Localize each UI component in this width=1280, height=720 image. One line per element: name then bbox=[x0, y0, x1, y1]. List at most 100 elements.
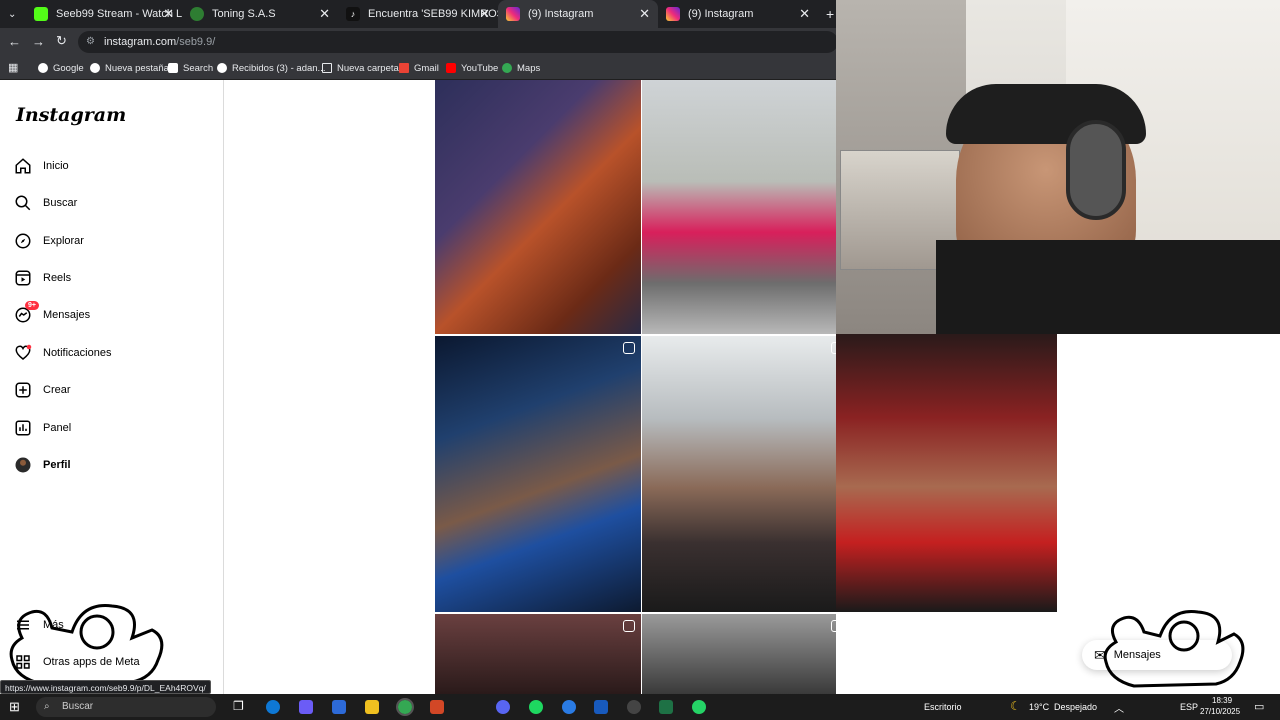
google-icon bbox=[90, 63, 100, 73]
task-view-icon[interactable]: ❐ bbox=[233, 699, 244, 713]
excel-icon[interactable] bbox=[659, 700, 673, 714]
reels-icon bbox=[15, 270, 31, 286]
bookmark-youtube[interactable]: YouTube bbox=[446, 60, 498, 76]
tab-kick[interactable]: Seeb99 Stream - Watch Live on ✕ bbox=[26, 0, 182, 28]
maps-icon bbox=[502, 63, 512, 73]
profile-posts-grid bbox=[224, 80, 1058, 694]
google-icon bbox=[38, 63, 48, 73]
bookmark-new-tab[interactable]: Nueva pestaña bbox=[90, 60, 169, 76]
tab-tiktok[interactable]: ♪ Encuentra 'SEB99 KIMROSS' en ✕ bbox=[338, 0, 498, 28]
nav-reels[interactable]: Reels bbox=[14, 265, 71, 291]
weather-text[interactable]: Despejado bbox=[1054, 702, 1097, 712]
moon-icon: ☾ bbox=[1010, 699, 1021, 713]
headset bbox=[1066, 120, 1126, 220]
url-input[interactable]: ⚙ instagram.com/seb9.9/ bbox=[78, 31, 838, 53]
nav-panel[interactable]: Panel bbox=[14, 415, 71, 441]
post-thumbnail[interactable] bbox=[435, 80, 641, 334]
nav-crear[interactable]: Crear bbox=[14, 377, 71, 403]
post-thumbnail[interactable] bbox=[435, 614, 641, 694]
tab-search-icon[interactable]: ⌄ bbox=[0, 0, 26, 28]
close-icon[interactable]: ✕ bbox=[319, 6, 330, 22]
whatsapp-icon[interactable] bbox=[692, 700, 706, 714]
new-tab-button[interactable]: + bbox=[818, 0, 836, 28]
clock-time[interactable]: 18:39 bbox=[1212, 696, 1232, 705]
nav-mensajes[interactable]: Mensajes 9+ bbox=[14, 301, 90, 328]
close-icon[interactable]: ✕ bbox=[163, 6, 174, 22]
nav-explorar[interactable]: Explorar bbox=[14, 228, 84, 254]
bookmark-gmail[interactable]: Gmail bbox=[399, 60, 439, 76]
plus-square-icon bbox=[15, 382, 31, 398]
tab-instagram[interactable]: (9) Instagram ✕ bbox=[658, 0, 818, 28]
windows-taskbar: ⊞ ⌕ Buscar ❐ Escritorio ☾ 19°C Despejado… bbox=[0, 694, 1280, 720]
streamer-shirt bbox=[936, 240, 1280, 334]
powerpoint-icon[interactable] bbox=[430, 700, 444, 714]
nav-inicio[interactable]: Inicio bbox=[14, 153, 69, 179]
tab-instagram-active[interactable]: (9) Instagram ✕ bbox=[498, 0, 658, 28]
site-info-icon[interactable]: ⚙ bbox=[86, 31, 95, 53]
post-thumbnail[interactable] bbox=[642, 614, 849, 694]
toning-icon bbox=[190, 7, 204, 21]
nav-buscar[interactable]: Buscar bbox=[14, 190, 77, 216]
avatar bbox=[15, 457, 31, 473]
compass-icon bbox=[15, 233, 31, 249]
post-thumbnail[interactable] bbox=[836, 334, 1057, 612]
taskbar-search-input[interactable]: ⌕ Buscar bbox=[36, 697, 216, 717]
discord-icon[interactable] bbox=[496, 700, 510, 714]
chevron-up-icon[interactable]: ︿ bbox=[1114, 700, 1124, 715]
chrome-icon[interactable] bbox=[396, 698, 414, 716]
bookmark-google[interactable]: Google bbox=[38, 60, 84, 76]
copilot-icon[interactable] bbox=[299, 700, 313, 714]
messages-badge: 9+ bbox=[25, 301, 39, 310]
post-thumbnail[interactable] bbox=[642, 80, 836, 334]
instagram-logo[interactable]: Instagram bbox=[16, 104, 126, 126]
tab-toning[interactable]: Toning S.A.S ✕ bbox=[182, 0, 338, 28]
desktop-toolbar-label[interactable]: Escritorio bbox=[924, 702, 962, 712]
forward-icon[interactable]: → bbox=[32, 34, 45, 49]
gmail-icon bbox=[399, 63, 409, 73]
search-icon bbox=[15, 195, 31, 211]
close-icon[interactable]: ✕ bbox=[479, 6, 490, 22]
bookmark-search[interactable]: Search bbox=[168, 60, 213, 76]
webcam-overlay bbox=[836, 0, 1280, 334]
search-icon bbox=[168, 63, 178, 73]
post-thumbnail[interactable] bbox=[435, 336, 641, 612]
post-thumbnail[interactable] bbox=[642, 336, 849, 612]
dashboard-icon bbox=[15, 420, 31, 436]
kick-icon bbox=[34, 7, 48, 21]
reel-icon bbox=[623, 620, 635, 632]
file-explorer-icon[interactable] bbox=[365, 700, 379, 714]
nav-notificaciones[interactable]: Notificaciones bbox=[14, 340, 111, 366]
heart-icon bbox=[15, 344, 32, 360]
close-icon[interactable]: ✕ bbox=[799, 6, 810, 22]
close-icon[interactable]: ✕ bbox=[639, 6, 650, 22]
link-status-bubble: https://www.instagram.com/seb9.9/p/DL_EA… bbox=[0, 680, 211, 694]
reload-icon[interactable]: ↻ bbox=[56, 33, 67, 49]
tiktok-icon: ♪ bbox=[346, 7, 360, 21]
reel-icon bbox=[623, 342, 635, 354]
folder-icon bbox=[322, 63, 332, 73]
chrome-profile-icon[interactable] bbox=[562, 700, 576, 714]
store-icon[interactable] bbox=[332, 700, 346, 714]
back-icon[interactable]: ← bbox=[8, 34, 21, 49]
notifications-icon[interactable]: ▭ bbox=[1254, 700, 1264, 713]
bookmark-folder[interactable]: Nueva carpeta bbox=[322, 60, 399, 76]
input-language[interactable]: ESP bbox=[1180, 702, 1198, 712]
windows-start-icon[interactable]: ⊞ bbox=[9, 699, 20, 715]
word-icon[interactable] bbox=[594, 700, 608, 714]
bookmark-maps[interactable]: Maps bbox=[502, 60, 540, 76]
instagram-icon bbox=[506, 7, 520, 21]
instagram-sidebar: Instagram Inicio Buscar Explorar Reels M… bbox=[0, 80, 224, 694]
temperature[interactable]: 19°C bbox=[1029, 702, 1049, 712]
obs-icon[interactable] bbox=[627, 700, 641, 714]
apps-grid-icon[interactable]: ▦ bbox=[8, 61, 18, 74]
home-icon bbox=[15, 158, 31, 174]
spotify-icon[interactable] bbox=[529, 700, 543, 714]
muscle-mascot-overlay bbox=[1103, 610, 1245, 688]
instagram-icon bbox=[666, 7, 680, 21]
google-icon bbox=[217, 63, 227, 73]
search-icon: ⌕ bbox=[44, 701, 50, 712]
clock-date[interactable]: 27/10/2025 bbox=[1200, 707, 1240, 716]
bookmark-inbox[interactable]: Recibidos (3) - adan... bbox=[217, 60, 325, 76]
nav-perfil[interactable]: Perfil bbox=[14, 452, 71, 478]
edge-icon[interactable] bbox=[266, 700, 280, 714]
